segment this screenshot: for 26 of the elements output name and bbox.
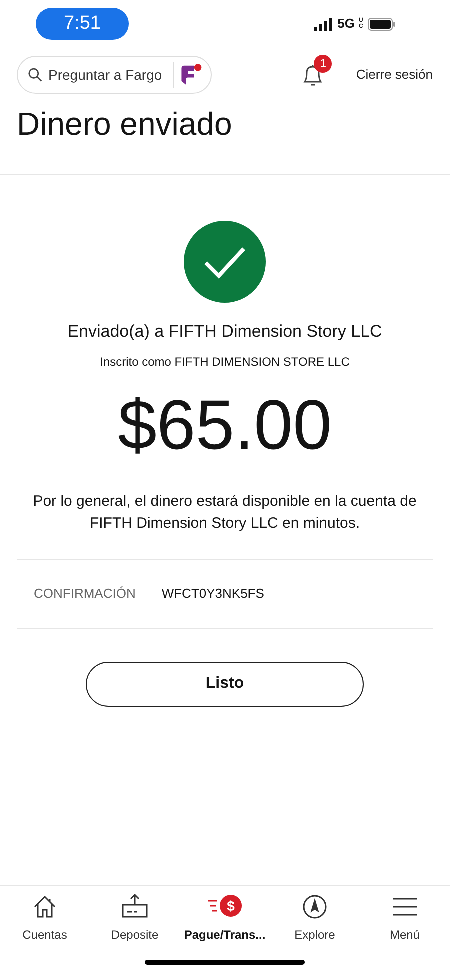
logout-link[interactable]: Cierre sesión	[356, 65, 433, 85]
recipient-text: Enviado(a) a FIFTH Dimension Story LLC	[68, 321, 382, 343]
confirmation-label: CONFIRMACIÓN	[34, 584, 136, 603]
notification-count: 1	[314, 55, 332, 73]
signal-icon	[314, 18, 334, 30]
search-bar[interactable]: Preguntar a Fargo	[17, 56, 212, 94]
deposit-icon	[121, 893, 149, 921]
battery-icon	[368, 18, 396, 30]
chat-logo-icon	[179, 62, 203, 88]
tab-bar-item[interactable]: Deposite	[90, 892, 180, 973]
registered-name-text: Inscrito como FIFTH DIMENSION STORE LLC	[100, 354, 350, 370]
status-time: 7:51	[36, 8, 129, 40]
search-icon	[28, 67, 43, 83]
tab-bar-item[interactable]: Explore	[270, 892, 360, 973]
done-button[interactable]: Listo	[86, 662, 364, 706]
search-field[interactable]: Preguntar a Fargo	[48, 64, 167, 86]
network-label: 5G	[338, 15, 355, 34]
tab-bar-item[interactable]: Menú	[360, 892, 450, 973]
house-icon	[32, 894, 58, 920]
availability-text: Por lo general, el dinero estará disponible en la cuenta de FIFTH Dimension Story LLC en minutos.	[32, 492, 418, 534]
compass-icon	[302, 894, 328, 920]
page-title: Dinero enviado	[16, 105, 234, 144]
tab-bar-item[interactable]: Cuentas	[0, 892, 90, 973]
success-check-icon	[184, 221, 266, 303]
confirmation-code: WFCT0Y3NK5FS	[162, 584, 264, 603]
amount-text: $65.00	[118, 384, 332, 464]
